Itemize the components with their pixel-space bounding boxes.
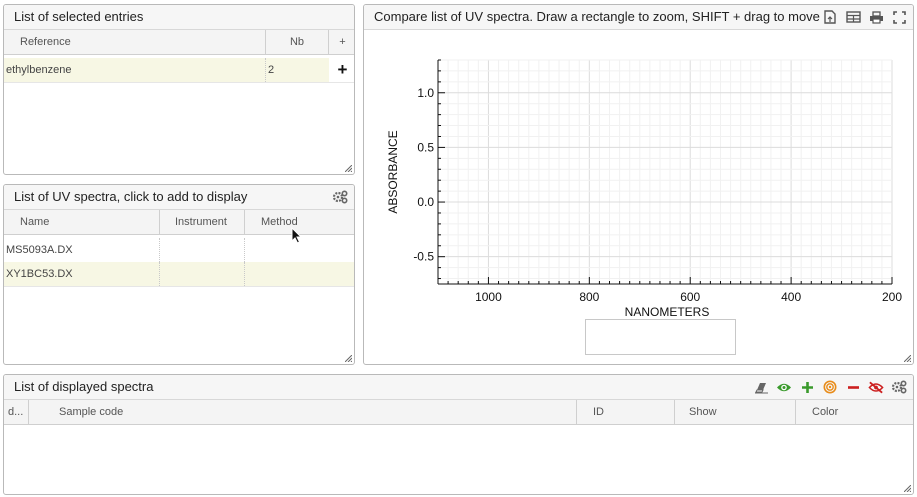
table-row[interactable]: ethylbenzene 2 +: [4, 58, 354, 83]
resize-handle-icon[interactable]: [345, 165, 352, 172]
uv-spectra-panel: List of UV spectra, click to add to disp…: [3, 184, 355, 365]
column-d[interactable]: d...: [4, 400, 29, 424]
column-color[interactable]: Color: [796, 400, 913, 424]
uv-toolbar: [332, 185, 348, 209]
displayed-toolbar: [753, 375, 907, 399]
spectrum-name: MS5093A.DX: [4, 238, 160, 262]
resize-handle-icon[interactable]: [904, 355, 911, 362]
fullscreen-icon[interactable]: [891, 9, 907, 25]
resize-handle-icon[interactable]: [345, 355, 352, 362]
spectrum-name: XY1BC53.DX: [4, 262, 160, 286]
column-sample-code[interactable]: Sample code: [29, 400, 577, 424]
target-icon[interactable]: [822, 379, 838, 395]
x-tick-label: 1000: [475, 290, 502, 304]
selected-entries-title: List of selected entries: [4, 5, 354, 30]
uv-spectra-title: List of UV spectra, click to add to disp…: [4, 185, 354, 210]
minus-icon[interactable]: [845, 379, 861, 395]
column-nb[interactable]: Nb: [266, 30, 329, 54]
column-instrument[interactable]: Instrument: [160, 210, 245, 234]
displayed-spectra-panel: List of displayed spectra d... Sample co…: [3, 374, 914, 495]
x-tick-label: 600: [680, 290, 700, 304]
uv-chart[interactable]: 1000 800 600 400 200 1.0 0.5 0.0 -0.5 NANOMETERS…: [364, 30, 913, 364]
print-icon[interactable]: [868, 9, 884, 25]
gears-icon[interactable]: [891, 379, 907, 395]
column-id[interactable]: ID: [577, 400, 675, 424]
column-add[interactable]: +: [329, 30, 354, 54]
y-tick-label: 0.0: [417, 195, 434, 209]
plus-icon[interactable]: [799, 379, 815, 395]
x-tick-label: 200: [882, 290, 902, 304]
table-icon[interactable]: [845, 9, 861, 25]
x-tick-label: 800: [579, 290, 599, 304]
column-reference[interactable]: Reference: [4, 30, 266, 54]
y-tick-label: 0.5: [417, 140, 434, 154]
column-name[interactable]: Name: [4, 210, 160, 234]
resize-handle-icon[interactable]: [904, 485, 911, 492]
selected-entries-header: Reference Nb +: [4, 30, 354, 55]
compare-spectra-panel: Compare list of UV spectra. Draw a recta…: [363, 4, 914, 365]
x-axis-label: NANOMETERS: [625, 305, 710, 319]
eye-slash-icon[interactable]: [868, 379, 884, 395]
spectrum-instrument: [160, 238, 245, 262]
spectrum-instrument: [160, 262, 245, 286]
add-entry-button[interactable]: +: [329, 58, 354, 82]
compare-toolbar: [822, 5, 907, 29]
entry-reference: ethylbenzene: [4, 58, 266, 82]
mouse-cursor-icon: [291, 227, 303, 244]
y-tick-label: 1.0: [417, 86, 434, 100]
table-row[interactable]: XY1BC53.DX: [4, 262, 354, 287]
entry-nb: 2: [268, 64, 275, 76]
chart-legend-box: [585, 319, 736, 355]
gears-icon[interactable]: [332, 189, 348, 205]
selected-entries-panel: List of selected entries Reference Nb + …: [3, 4, 355, 175]
displayed-spectra-header: d... Sample code ID Show Color: [4, 400, 913, 425]
export-file-icon[interactable]: [822, 9, 838, 25]
column-show[interactable]: Show: [675, 400, 796, 424]
y-axis-label: ABSORBANCE: [386, 130, 400, 213]
spectrum-method: [245, 262, 354, 286]
eye-icon[interactable]: [776, 379, 792, 395]
y-tick-label: -0.5: [413, 250, 434, 264]
x-tick-label: 400: [781, 290, 801, 304]
eraser-icon[interactable]: [753, 379, 769, 395]
